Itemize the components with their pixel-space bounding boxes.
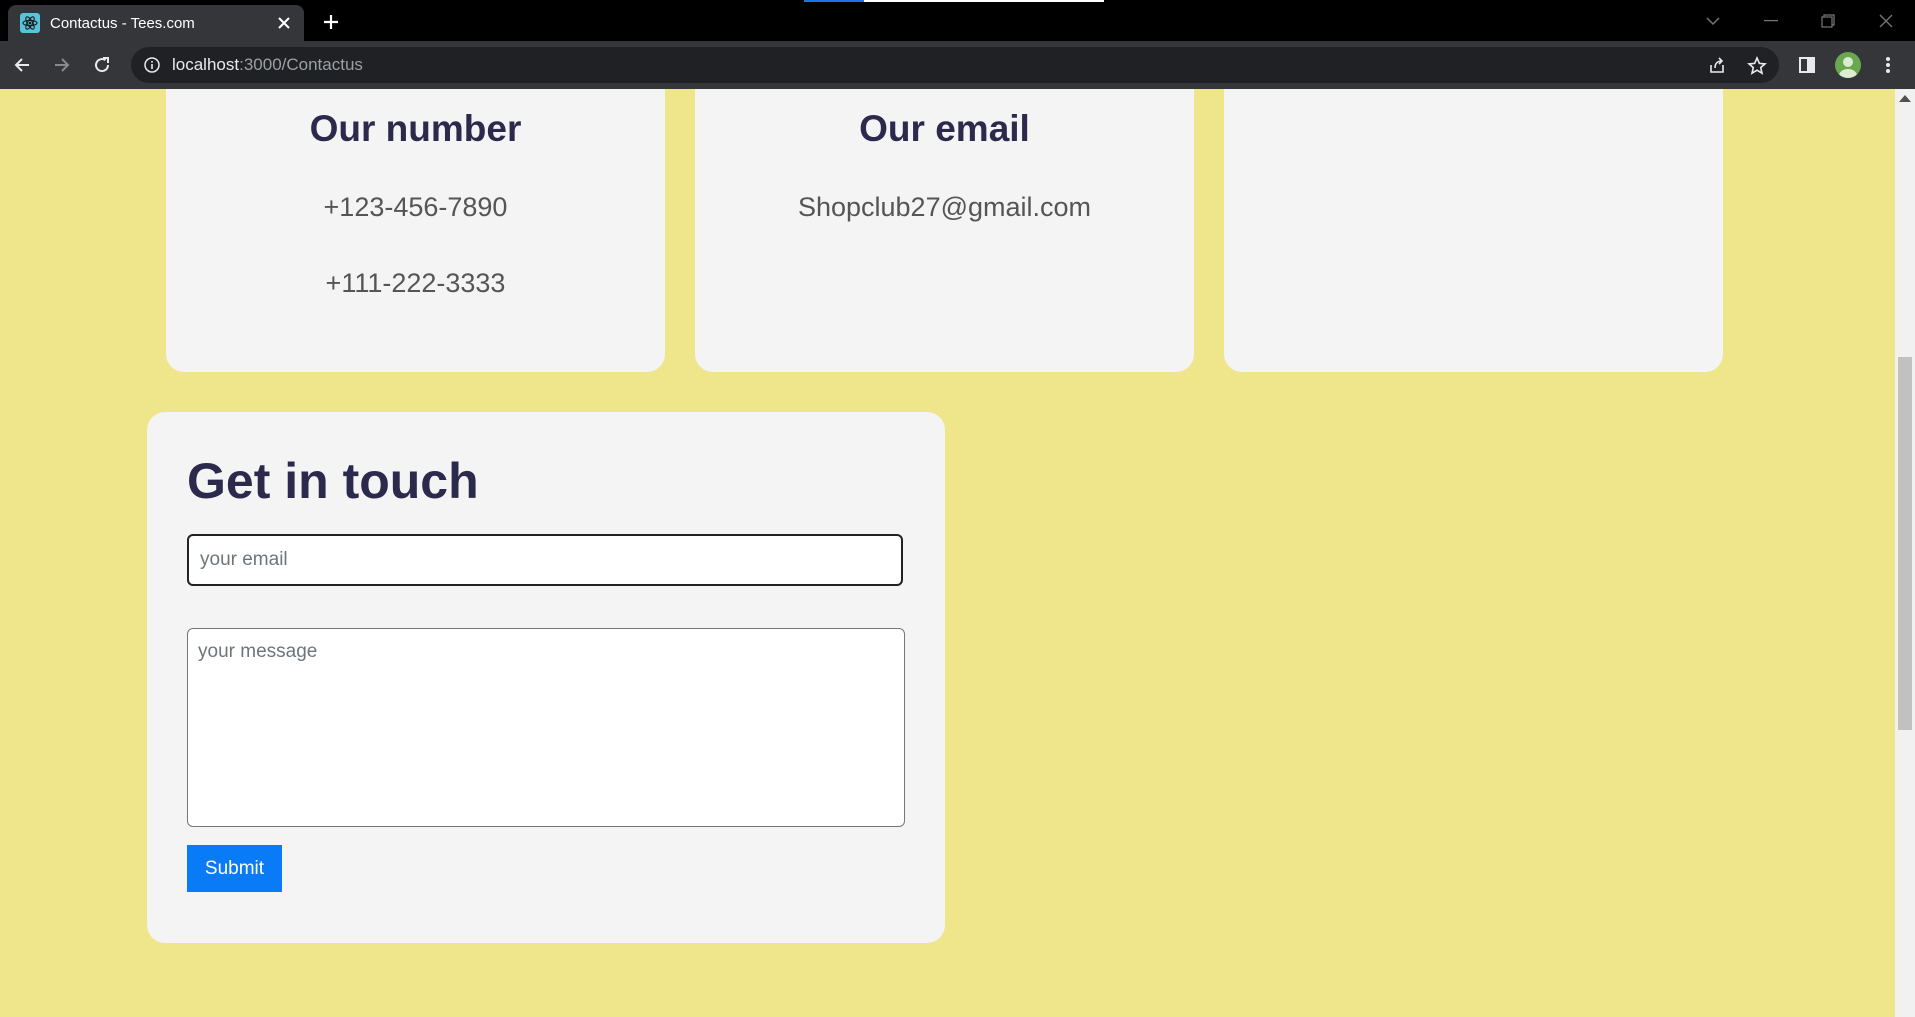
message-field[interactable]: [187, 628, 905, 827]
contact-card-email: Our email Shopclub27@gmail.com: [695, 89, 1194, 372]
site-info-icon[interactable]: [143, 56, 161, 74]
browser-toolbar: localhost:3000/Contactus: [0, 41, 1915, 89]
close-window-icon[interactable]: [1863, 0, 1909, 41]
card-heading: Our number: [309, 108, 522, 149]
phone-number: +123-456-7890: [323, 192, 508, 222]
url-text: localhost:3000/Contactus: [172, 55, 363, 75]
scroll-up-arrow-icon[interactable]: [1899, 95, 1911, 102]
profile-avatar-icon[interactable]: [1835, 52, 1861, 78]
restore-icon[interactable]: [1805, 0, 1851, 41]
contact-card-number: Our number +123-456-7890 +111-222-3333: [166, 89, 665, 372]
email-field[interactable]: [187, 534, 903, 586]
tab-title: Contactus - Tees.com: [50, 14, 195, 32]
url-host: localhost: [172, 55, 240, 74]
email-address: Shopclub27@gmail.com: [797, 192, 1092, 222]
address-bar[interactable]: localhost:3000/Contactus: [131, 47, 1779, 83]
browser-menu-icon[interactable]: [1874, 51, 1902, 79]
reload-icon[interactable]: [88, 51, 116, 79]
tab-search-icon[interactable]: [1690, 0, 1736, 41]
page-scrollbar[interactable]: [1895, 89, 1915, 1017]
browser-title-bar: Contactus - Tees.com: [0, 0, 1915, 41]
phone-number: +111-222-3333: [325, 268, 506, 298]
react-icon: [20, 13, 40, 33]
card-heading: Our email: [859, 108, 1030, 149]
url-path: :3000/Contactus: [239, 55, 363, 74]
share-icon[interactable]: [1706, 55, 1728, 77]
side-panel-icon[interactable]: [1793, 51, 1821, 79]
forward-icon[interactable]: [48, 51, 76, 79]
contact-form-card: Get in touch Submit: [147, 412, 945, 943]
back-icon[interactable]: [8, 51, 36, 79]
contact-card-address: [1224, 89, 1723, 372]
submit-button[interactable]: Submit: [187, 845, 282, 892]
tab-strip-progress: [804, 0, 864, 2]
new-tab-icon[interactable]: [316, 8, 346, 36]
browser-tab[interactable]: Contactus - Tees.com: [8, 5, 304, 41]
scroll-thumb[interactable]: [1898, 357, 1912, 730]
bookmark-star-icon[interactable]: [1746, 55, 1768, 77]
page-viewport: Our number +123-456-7890 +111-222-3333 O…: [0, 89, 1895, 1017]
form-title: Get in touch: [187, 453, 479, 509]
close-tab-icon[interactable]: [270, 9, 298, 37]
minimize-icon[interactable]: [1748, 0, 1794, 41]
